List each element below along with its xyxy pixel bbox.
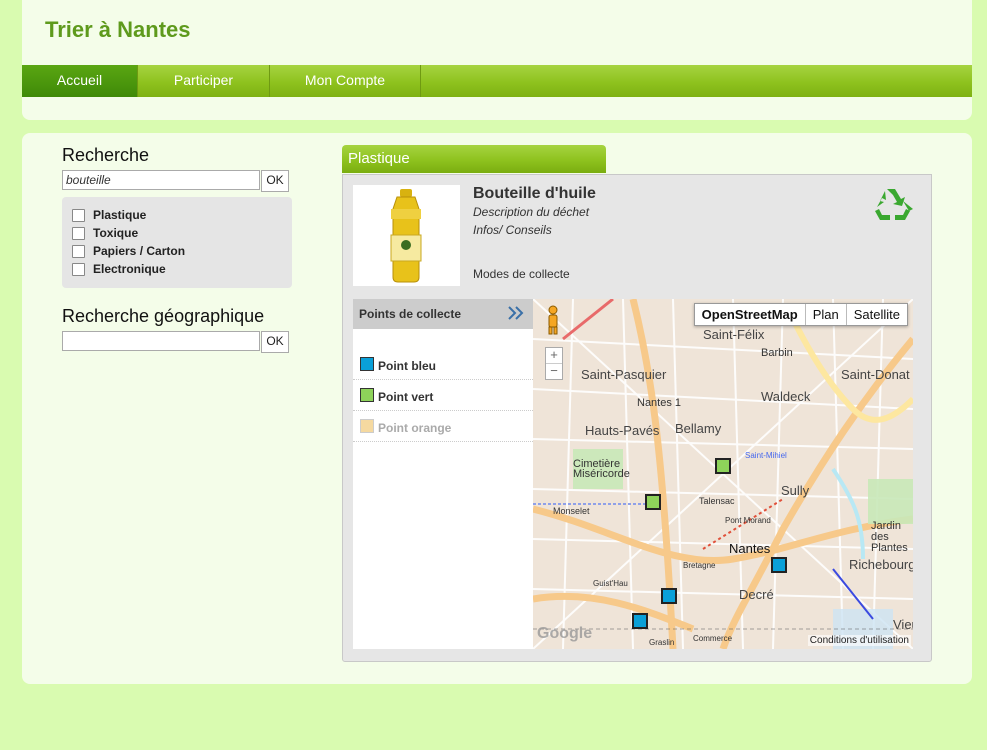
- zoom-in-button[interactable]: +: [546, 348, 562, 363]
- map-label: Nantes: [729, 541, 771, 556]
- orange-square-icon: [360, 419, 374, 433]
- plastique-checkbox[interactable]: [72, 208, 85, 222]
- green-square-icon: [360, 388, 374, 402]
- electronique-checkbox[interactable]: [72, 262, 85, 276]
- filter-plastique[interactable]: Plastique: [72, 206, 146, 224]
- product-collection-modes: Modes de collecte: [473, 267, 570, 281]
- filter-papiers-carton[interactable]: Papiers / Carton: [72, 242, 185, 260]
- product-description-link[interactable]: Description du déchet: [473, 205, 589, 219]
- map-label: Pont Morand: [725, 516, 771, 525]
- map-label: Bretagne: [683, 561, 716, 570]
- collection-points-header: Points de collecte: [353, 299, 533, 329]
- green-point-marker[interactable]: [715, 458, 731, 474]
- map-type-satellite-button[interactable]: Satellite: [847, 304, 907, 325]
- map-label: Sully: [781, 483, 810, 498]
- nav-accueil[interactable]: Accueil: [22, 65, 138, 97]
- recycle-icon: [873, 187, 913, 226]
- collection-points-panel: Points de collecte Point bleu Point vert: [353, 299, 533, 649]
- map-label: Talensac: [699, 496, 735, 506]
- category-filter-box: Plastique Toxique Papiers / Carton Elect…: [62, 197, 292, 288]
- map-label: Guist'Hau: [593, 579, 628, 588]
- map-label: Decré: [739, 587, 774, 602]
- filter-label: Plastique: [93, 208, 147, 222]
- nav-participer[interactable]: Participer: [138, 65, 270, 97]
- blue-square-icon: [360, 357, 374, 371]
- map-label: Saint-Félix: [703, 327, 765, 342]
- map-label: Cimetière Miséricorde: [573, 458, 630, 480]
- map-label: Jardin des Plantes: [871, 520, 908, 554]
- product-title: Bouteille d'huile: [473, 185, 596, 202]
- map-type-openstreetmap-button[interactable]: OpenStreetMap: [695, 304, 806, 325]
- green-point-marker[interactable]: [645, 494, 661, 510]
- map-label: Waldeck: [761, 389, 811, 404]
- point-vert-item[interactable]: Point vert: [353, 380, 533, 411]
- map-type-control: OpenStreetMap Plan Satellite: [693, 303, 908, 326]
- map-label: Graslin: [649, 638, 675, 647]
- map-terms-link[interactable]: Conditions d'utilisation: [807, 635, 911, 646]
- product-detail-box: Bouteille d'huile Description du déchet …: [342, 174, 932, 662]
- zoom-control: + −: [545, 347, 563, 380]
- filter-label: Electronique: [93, 262, 166, 276]
- map-type-plan-button[interactable]: Plan: [806, 304, 847, 325]
- product-image: [353, 185, 460, 286]
- filter-label: Toxique: [93, 226, 139, 240]
- point-label: Point vert: [378, 390, 434, 404]
- filter-label: Papiers / Carton: [93, 244, 186, 258]
- nav-mon-compte[interactable]: Mon Compte: [270, 65, 421, 97]
- filter-toxique[interactable]: Toxique: [72, 224, 138, 242]
- map-label: Nantes 1: [637, 397, 682, 409]
- map-label: Saint-Donat: [841, 367, 910, 382]
- main-panel: Recherche OK Plastique Toxique Papiers /…: [22, 133, 972, 684]
- geo-search-ok-button[interactable]: OK: [261, 331, 289, 353]
- street-view-pegman-icon[interactable]: [545, 305, 561, 338]
- zoom-out-button[interactable]: −: [546, 363, 562, 379]
- map-label: Richebourg: [849, 557, 913, 572]
- geo-search-input[interactable]: [62, 331, 260, 351]
- map-label: Saint-Pasquier: [581, 367, 667, 382]
- point-orange-item[interactable]: Point orange: [353, 411, 533, 442]
- google-logo: Google: [537, 625, 593, 642]
- map-label: Saint-Mihiel: [745, 451, 787, 460]
- map-label: Hauts-Pavés: [585, 423, 660, 438]
- geo-search-heading: Recherche géographique: [62, 306, 265, 326]
- point-label: Point bleu: [378, 359, 436, 373]
- blue-point-marker[interactable]: [632, 613, 648, 629]
- point-bleu-item[interactable]: Point bleu: [353, 349, 533, 380]
- filter-electronique[interactable]: Electronique: [72, 260, 166, 278]
- map-label: Barbin: [761, 347, 793, 359]
- collection-map[interactable]: Saint-Félix Barbin Saint-Pasquier Saint-…: [533, 299, 913, 649]
- map-label: Bellamy: [675, 421, 722, 436]
- search-heading: Recherche: [62, 145, 150, 165]
- search-input[interactable]: [62, 170, 260, 190]
- blue-point-marker[interactable]: [661, 588, 677, 604]
- search-ok-button[interactable]: OK: [261, 170, 289, 192]
- site-title[interactable]: Trier à Nantes: [45, 17, 191, 43]
- double-chevron-right-icon[interactable]: [507, 305, 525, 324]
- collection-points-title: Points de collecte: [359, 307, 462, 321]
- category-tab: Plastique: [342, 145, 606, 173]
- main-navigation: Accueil Participer Mon Compte: [22, 65, 972, 97]
- toxique-checkbox[interactable]: [72, 226, 85, 240]
- map-label: Monselet: [553, 506, 590, 516]
- product-tips-link[interactable]: Infos/ Conseils: [473, 223, 552, 237]
- header-panel: Trier à Nantes Accueil Participer Mon Co…: [22, 0, 972, 120]
- map-label: Commerce: [693, 634, 733, 643]
- papiers-carton-checkbox[interactable]: [72, 244, 85, 258]
- map-label: Vieux: [893, 617, 913, 632]
- blue-point-marker[interactable]: [771, 557, 787, 573]
- point-label: Point orange: [378, 421, 452, 435]
